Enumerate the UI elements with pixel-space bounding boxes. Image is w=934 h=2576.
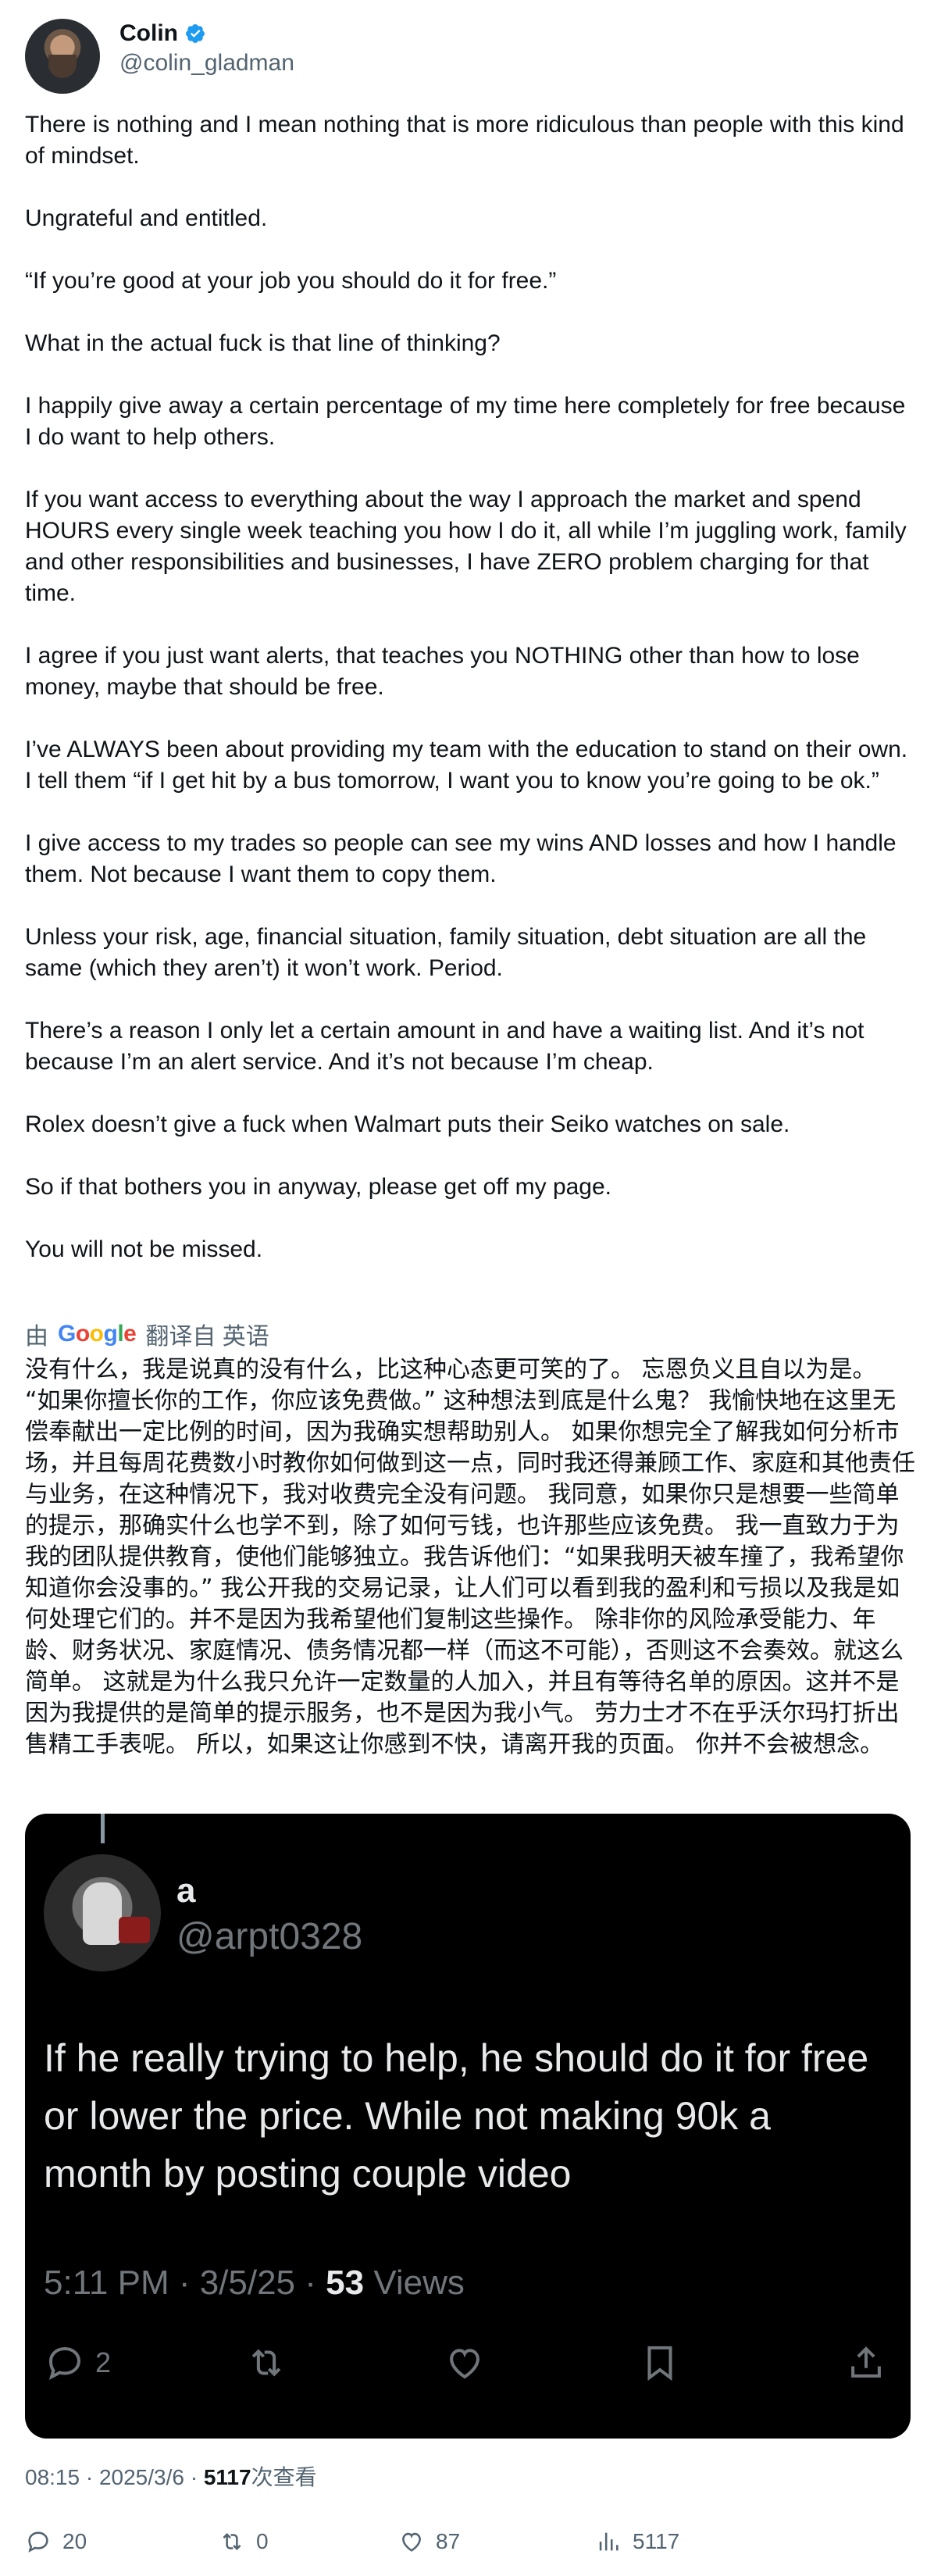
- like-count: 87: [436, 2529, 461, 2553]
- share-icon: [851, 2346, 881, 2378]
- post-paragraph: “If you’re good at your job you should d…: [25, 268, 557, 294]
- view-label: 次查看: [251, 2465, 317, 2489]
- post-text: There is nothing and I mean nothing that…: [25, 109, 911, 1265]
- quoted-bookmark: [639, 2335, 681, 2390]
- view-count: 5117: [203, 2465, 251, 2489]
- post-header: Colin @colin_gladman: [25, 19, 907, 97]
- author-name-row: Colin: [119, 20, 206, 47]
- quoted-repost: [245, 2335, 287, 2390]
- reply-count: 20: [62, 2529, 87, 2553]
- post-paragraph: I’ve ALWAYS been about providing my team…: [25, 737, 908, 794]
- bookmark-icon: [647, 2346, 672, 2382]
- post-paragraph: I happily give away a certain percentage…: [25, 393, 906, 450]
- author-handle[interactable]: @colin_gladman: [119, 50, 294, 77]
- reply-button[interactable]: 20: [25, 2524, 87, 2559]
- repost-count: 0: [256, 2529, 269, 2553]
- post-paragraph: There is nothing and I mean nothing that…: [25, 112, 904, 169]
- translated-text: 没有什么，我是说真的没有什么，比这种心态更可笑的了。 忘恩负义且自以为是。 “如…: [25, 1356, 915, 1758]
- heart-icon: [402, 2532, 421, 2552]
- quoted-share: [845, 2335, 887, 2390]
- post-paragraph: So if that bothers you in anyway, please…: [25, 1174, 612, 1200]
- post-meta: 08:15 · 2025/3/6 · 5117次查看: [25, 2460, 317, 2492]
- verified-badge-icon: [186, 24, 205, 43]
- post-paragraph: I give access to my trades so people can…: [25, 830, 897, 887]
- quoted-author-handle: @arpt0328: [176, 1916, 363, 1957]
- quoted-reply: 2: [44, 2335, 111, 2390]
- thread-line: [101, 1814, 105, 1843]
- quoted-tweet-image[interactable]: a @arpt0328 If he really trying to help,…: [25, 1814, 911, 2439]
- quoted-tweet-meta: 5:11 PM · 3/5/25 · 53 Views: [44, 2264, 465, 2302]
- quoted-tweet-text: If he really trying to help, he should d…: [44, 2036, 869, 2196]
- author-avatar[interactable]: [25, 19, 100, 94]
- quoted-author-name: a: [176, 1871, 196, 1910]
- quoted-author-avatar: [44, 1854, 161, 1971]
- post-paragraph: What in the actual fuck is that line of …: [25, 330, 501, 356]
- heart-icon: [450, 2349, 479, 2379]
- post-paragraph: Rolex doesn’t give a fuck when Walmart p…: [25, 1111, 790, 1137]
- repost-icon: [251, 2349, 281, 2377]
- analytics-icon: [599, 2532, 619, 2551]
- post-paragraph: I agree if you just want alerts, that te…: [25, 643, 860, 700]
- views-button[interactable]: 5117: [595, 2524, 679, 2559]
- reply-icon: [28, 2531, 48, 2553]
- repost-icon: [223, 2532, 241, 2551]
- post-paragraph: If you want access to everything about t…: [25, 487, 907, 606]
- google-logo: Google: [58, 1321, 137, 1347]
- translation-source: 翻译自 英语: [145, 1324, 269, 1350]
- author-name[interactable]: Colin: [119, 20, 178, 47]
- action-bar: 20 0 87 5117: [25, 2524, 911, 2559]
- reply-icon: [48, 2346, 81, 2380]
- views-count: 5117: [633, 2529, 680, 2553]
- post-paragraph: There’s a reason I only let a certain am…: [25, 1018, 864, 1075]
- translated-by-google[interactable]: 由 Google 翻译自 英语: [25, 1317, 269, 1351]
- post-paragraph: Unless your risk, age, financial situati…: [25, 924, 867, 981]
- post-paragraph: You will not be missed.: [25, 1236, 263, 1262]
- repost-button[interactable]: 0: [219, 2524, 269, 2559]
- quoted-action-bar: 2: [25, 2335, 911, 2390]
- translation-prefix: 由: [25, 1324, 48, 1350]
- like-button[interactable]: 87: [398, 2524, 460, 2559]
- post-paragraph: Ungrateful and entitled.: [25, 205, 268, 231]
- post-timestamp[interactable]: 08:15 · 2025/3/6 ·: [25, 2465, 204, 2489]
- quoted-like: [444, 2335, 486, 2390]
